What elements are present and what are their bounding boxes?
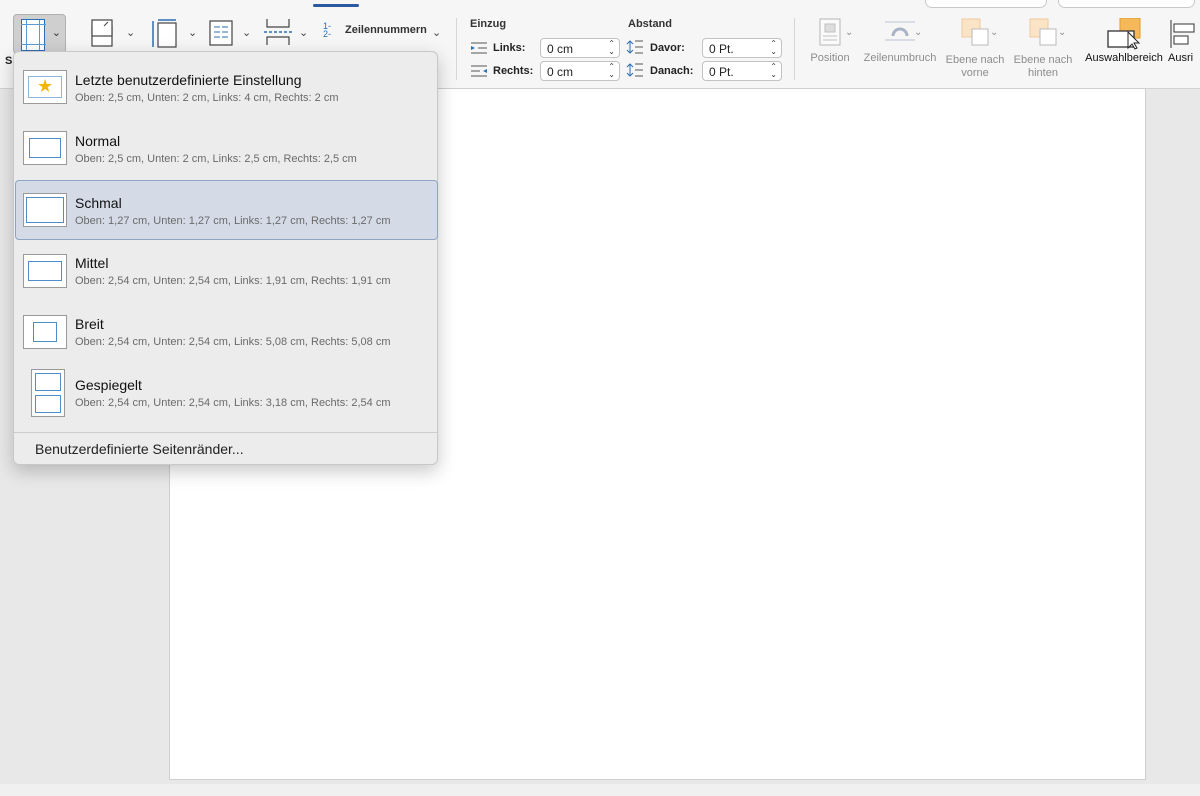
margins-dropdown-menu: ★ Letzte benutzerdefinierte Einstellung … <box>13 51 438 465</box>
chevron-down-icon: ⌄ <box>845 27 854 38</box>
menu-item-description: Oben: 1,27 cm, Unten: 1,27 cm, Links: 1,… <box>75 215 391 227</box>
position-button[interactable]: ⌄ Position <box>805 18 855 65</box>
spacing-before-label: Davor: <box>650 42 685 54</box>
menu-divider <box>14 432 437 433</box>
position-icon <box>819 18 841 46</box>
menu-item-title: Mittel <box>75 255 109 271</box>
align-icon <box>1170 20 1195 48</box>
chevron-down-icon[interactable]: ⌄ <box>188 26 197 39</box>
stepper-icon[interactable]: ⌃ ⌄ <box>770 40 777 56</box>
chevron-down-icon: ⌄ <box>51 27 61 39</box>
chevron-down-icon: ⌄ <box>914 27 923 38</box>
indent-left-label: Links: <box>493 42 526 54</box>
bring-forward-icon <box>961 18 989 46</box>
star-icon: ★ <box>23 70 67 104</box>
margin-option-wide[interactable]: Breit Oben: 2,54 cm, Unten: 2,54 cm, Lin… <box>15 302 438 362</box>
chevron-down-icon: ⌄ <box>1058 27 1067 38</box>
wrap-text-icon <box>885 21 915 41</box>
wrap-text-button[interactable]: ⌄ Zeilenumbruch <box>858 18 942 65</box>
bring-forward-button[interactable]: ⌄ Ebene nach vorne <box>944 18 1006 80</box>
margin-normal-icon <box>23 131 67 165</box>
selection-pane-icon <box>1107 17 1141 50</box>
divider <box>794 18 795 80</box>
margin-mirrored-icon <box>31 369 65 417</box>
margin-narrow-icon <box>23 193 67 227</box>
margin-wide-icon <box>23 315 67 349</box>
spacing-after-icon <box>626 63 643 77</box>
toolbar-pill[interactable] <box>925 0 1047 8</box>
margin-option-normal[interactable]: Normal Oben: 2,5 cm, Unten: 2 cm, Links:… <box>15 119 438 179</box>
menu-item-description: Oben: 2,5 cm, Unten: 2 cm, Links: 4 cm, … <box>75 92 339 104</box>
align-button[interactable]: Ausri <box>1168 18 1200 65</box>
custom-margins-item[interactable]: Benutzerdefinierte Seitenränder... <box>35 441 244 457</box>
indent-right-label: Rechts: <box>493 65 534 77</box>
spacing-before-field[interactable]: 0 Pt. ⌃ ⌄ <box>702 38 782 58</box>
margin-option-last-custom[interactable]: ★ Letzte benutzerdefinierte Einstellung … <box>15 58 438 118</box>
chevron-down-icon[interactable]: ⌄ <box>126 26 135 39</box>
spacing-after-field[interactable]: 0 Pt. ⌃ ⌄ <box>702 61 782 81</box>
divider <box>456 18 457 80</box>
chevron-down-icon: ⌄ <box>990 27 999 38</box>
columns-icon[interactable] <box>207 18 235 48</box>
send-backward-icon <box>1029 18 1057 46</box>
margin-option-narrow[interactable]: Schmal Oben: 1,27 cm, Unten: 1,27 cm, Li… <box>15 180 438 240</box>
menu-item-title: Gespiegelt <box>75 377 142 393</box>
menu-item-description: Oben: 2,54 cm, Unten: 2,54 cm, Links: 3,… <box>75 397 391 409</box>
menu-item-description: Oben: 2,5 cm, Unten: 2 cm, Links: 2,5 cm… <box>75 153 357 165</box>
breaks-icon[interactable] <box>262 16 294 48</box>
indent-left-field[interactable]: 0 cm ⌃ ⌄ <box>540 38 620 58</box>
menu-item-title: Schmal <box>75 195 122 211</box>
selection-pane-button[interactable]: Auswahlbereich <box>1080 17 1168 65</box>
indent-right-icon <box>471 65 487 77</box>
status-strip <box>0 784 1200 796</box>
send-backward-button[interactable]: ⌄ Ebene nach hinten <box>1010 18 1076 80</box>
stepper-icon[interactable]: ⌃ ⌄ <box>608 40 615 56</box>
margins-label: S <box>5 55 13 67</box>
indent-left-icon <box>471 42 487 54</box>
indent-right-field[interactable]: 0 cm ⌃ ⌄ <box>540 61 620 81</box>
line-numbers-button[interactable]: Zeilennummern <box>345 24 427 36</box>
page-size-icon[interactable] <box>150 18 184 50</box>
stepper-icon[interactable]: ⌃ ⌄ <box>770 63 777 79</box>
spacing-after-label: Danach: <box>650 65 694 77</box>
margin-option-moderate[interactable]: Mittel Oben: 2,54 cm, Unten: 2,54 cm, Li… <box>15 241 438 301</box>
stepper-icon[interactable]: ⌃ ⌄ <box>608 63 615 79</box>
menu-item-title: Letzte benutzerdefinierte Einstellung <box>75 72 302 88</box>
chevron-down-icon[interactable]: ⌄ <box>299 26 308 39</box>
orientation-icon[interactable] <box>90 18 122 48</box>
spacing-group-title: Abstand <box>628 18 672 30</box>
indent-group-title: Einzug <box>470 18 507 30</box>
spacing-before-icon <box>626 40 643 54</box>
active-tab-indicator <box>313 4 359 7</box>
menu-item-description: Oben: 2,54 cm, Unten: 2,54 cm, Links: 1,… <box>75 275 391 287</box>
chevron-down-icon[interactable]: ⌄ <box>432 26 441 39</box>
margin-moderate-icon <box>23 254 67 288</box>
menu-item-title: Normal <box>75 133 121 149</box>
line-numbers-icon: 1- 2- <box>323 21 332 39</box>
menu-item-description: Oben: 2,54 cm, Unten: 2,54 cm, Links: 5,… <box>75 336 391 348</box>
menu-item-title: Breit <box>75 316 104 332</box>
margin-option-mirrored[interactable]: Gespiegelt Oben: 2,54 cm, Unten: 2,54 cm… <box>15 363 438 423</box>
margins-button[interactable]: ⌄ <box>13 14 66 54</box>
toolbar-pill[interactable] <box>1058 0 1195 8</box>
chevron-down-icon[interactable]: ⌄ <box>242 26 251 39</box>
